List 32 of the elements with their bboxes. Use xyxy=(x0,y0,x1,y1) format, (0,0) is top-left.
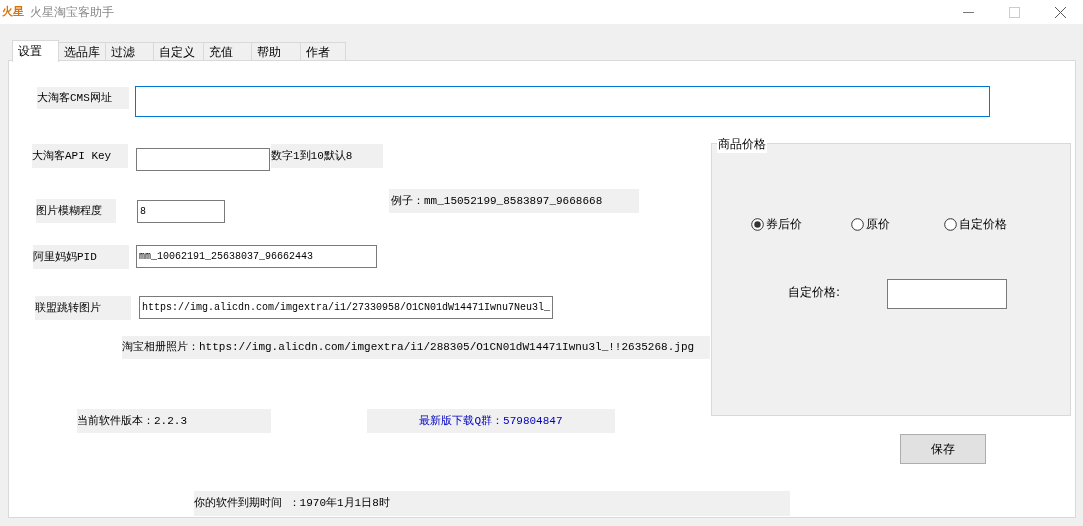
input-field[interactable]: mm_10062191_25638037_96662443 xyxy=(136,245,377,268)
field-label: 自定价格: xyxy=(788,284,841,301)
hint-text: 淘宝相册照片：https://img.alicdn.com/imgextra/i1/288305/O1CN01dW14471Iwnu3l_!!2635268.jpg xyxy=(122,336,710,359)
radio-icon xyxy=(751,217,764,231)
qq-group-link[interactable]: 最新版下载Q群：579804847 xyxy=(367,409,615,433)
info-text: 当前软件版本：2.2.3 xyxy=(77,409,271,433)
input-field[interactable]: https://img.alicdn.com/imgextra/i1/27330958/O1CN01dW14471Iwnu7Neu3l_ xyxy=(139,296,553,319)
radio-icon xyxy=(944,217,957,231)
field-label: 联盟跳转图片 xyxy=(35,296,131,320)
app-icon: 火星 xyxy=(2,3,24,21)
save-button[interactable]: 保存 xyxy=(900,434,986,464)
field-label: 大淘客CMS网址 xyxy=(37,87,129,109)
input-field[interactable] xyxy=(135,86,990,117)
input-field[interactable] xyxy=(136,148,270,171)
field-label: 大淘客API Key xyxy=(32,144,128,168)
radio-button[interactable]: 自定价格 xyxy=(944,215,1007,233)
radio-icon xyxy=(851,217,864,231)
window-title: 火星淘宝客助手 xyxy=(30,4,114,21)
input-field[interactable]: 8 xyxy=(137,200,225,223)
close-icon xyxy=(1054,6,1066,18)
maximize-icon xyxy=(1008,6,1020,18)
field-label: 图片模糊程度 xyxy=(36,199,116,223)
tab[interactable]: 设置 xyxy=(12,40,59,62)
radio-button[interactable]: 券后价 xyxy=(751,215,802,233)
info-text: 你的软件到期时间 ：1970年1月1日8时 xyxy=(194,491,790,516)
hint-text: 数字1到10默认8 xyxy=(271,144,383,168)
hint-text: 例子：mm_15052199_8583897_9668668 xyxy=(389,189,639,213)
radio-button[interactable]: 原价 xyxy=(851,215,890,233)
input-field[interactable] xyxy=(887,279,1007,309)
group-title: 商品价格 xyxy=(717,135,767,153)
minimize-icon xyxy=(962,11,974,13)
field-label: 阿里妈妈PID xyxy=(33,245,129,269)
